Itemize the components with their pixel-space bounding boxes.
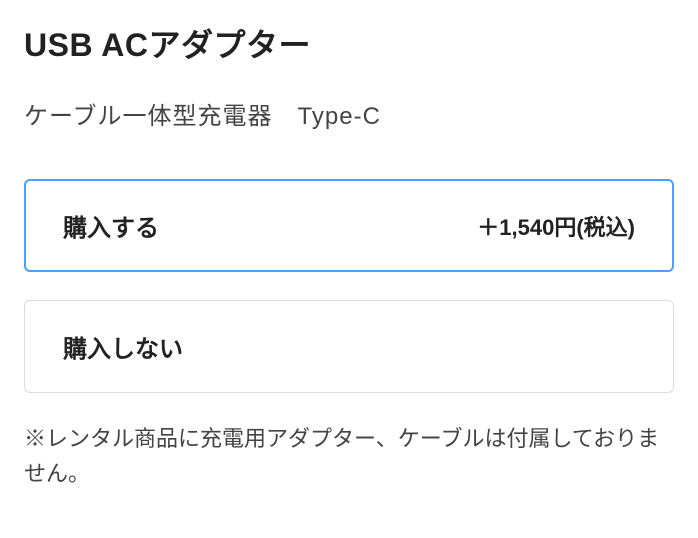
option-no-purchase-label: 購入しない — [63, 329, 183, 364]
option-no-purchase[interactable]: 購入しない — [24, 300, 674, 393]
option-purchase[interactable]: 購入する ＋1,540円(税込) — [24, 179, 674, 272]
option-purchase-label: 購入する — [63, 208, 159, 243]
product-subtitle: ケーブル一体型充電器 Type-C — [24, 96, 674, 131]
disclaimer-note: ※レンタル商品に充電用アダプター、ケーブルは付属しておりません。 — [24, 421, 674, 491]
product-title: USB ACアダプター — [24, 20, 674, 66]
option-purchase-price: ＋1,540円(税込) — [477, 210, 635, 242]
